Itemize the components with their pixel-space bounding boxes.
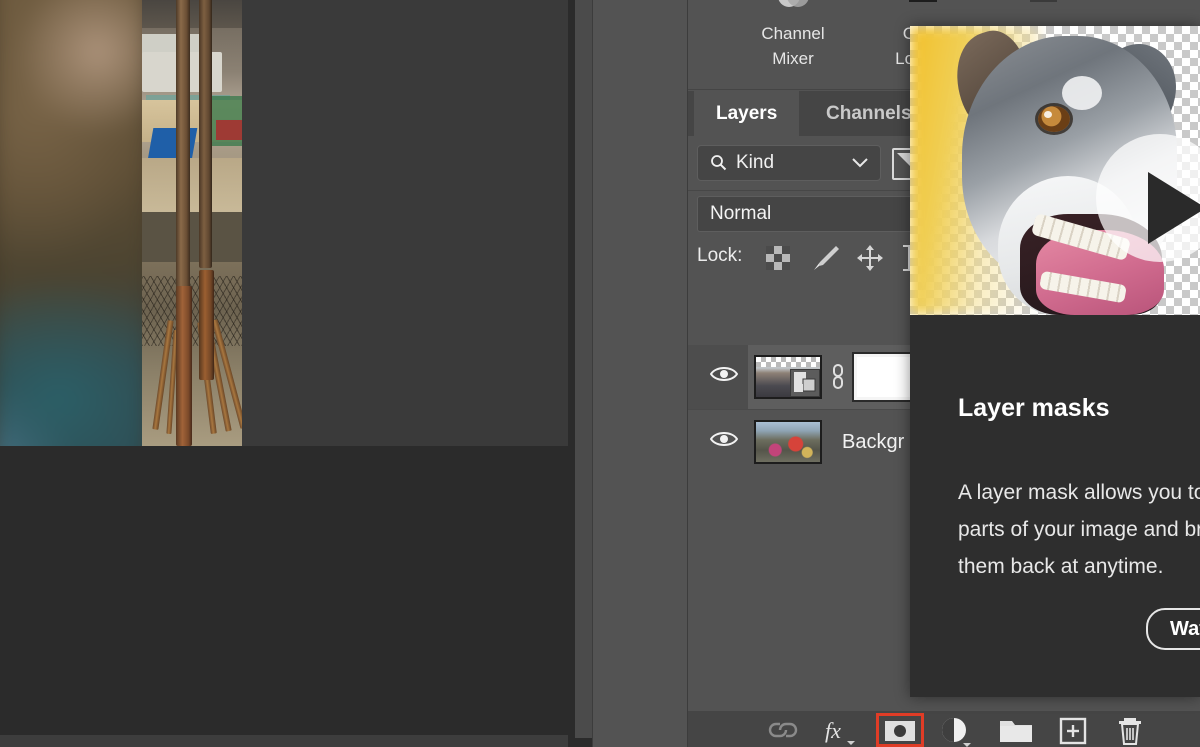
- vertical-scrollbar-track[interactable]: [575, 0, 592, 738]
- photo-sharp-region: [142, 0, 242, 446]
- photo-masked-region: [242, 0, 568, 446]
- new-layer-button[interactable]: [1058, 717, 1088, 743]
- tutorial-video-thumbnail[interactable]: [910, 26, 1200, 315]
- delete-layer-button[interactable]: [1115, 717, 1145, 743]
- channel-mixer-icon: [776, 0, 810, 16]
- tab-layers[interactable]: Layers: [694, 91, 799, 136]
- new-group-button[interactable]: [998, 717, 1034, 743]
- layer-style-button[interactable]: fx: [823, 717, 857, 743]
- dog-brow: [1062, 76, 1102, 110]
- tutorial-body: A layer mask allows you to hide parts of…: [958, 474, 1200, 585]
- search-icon: [710, 154, 727, 171]
- adjustment-channel-mixer[interactable]: Channel Mixer: [728, 0, 858, 71]
- invert-icon: [1026, 0, 1060, 16]
- svg-text:fx: fx: [825, 718, 841, 743]
- smart-object-badge: [790, 369, 820, 397]
- layer-filter-kind-select[interactable]: Kind: [697, 145, 881, 181]
- link-layers-button[interactable]: [766, 717, 800, 743]
- layer-thumbnail[interactable]: [754, 420, 822, 464]
- eye-icon[interactable]: [710, 365, 736, 383]
- play-triangle-icon[interactable]: [1148, 172, 1200, 244]
- tutorial-popup[interactable]: Layer masks A layer mask allows you to h…: [910, 26, 1200, 697]
- new-fill-adjustment-button[interactable]: [940, 717, 974, 743]
- dog-eye: [1038, 106, 1070, 132]
- document-image: [0, 0, 568, 446]
- document-canvas[interactable]: [0, 0, 568, 747]
- layers-panel-toolbar: fx: [688, 711, 1200, 747]
- lock-transparent-pixels-button[interactable]: [764, 244, 794, 272]
- chevron-down-icon: [852, 158, 868, 168]
- panel-gutter: [592, 0, 688, 747]
- tutorial-title: Layer masks: [958, 394, 1110, 423]
- photo-blurred-region: [0, 0, 151, 446]
- lock-image-pixels-button[interactable]: [810, 244, 840, 272]
- color-lookup-icon: [906, 0, 940, 16]
- layer-thumbnail[interactable]: [754, 355, 822, 399]
- mask-link-icon[interactable]: [830, 363, 846, 391]
- canvas-bottom-edge: [0, 735, 568, 747]
- add-layer-mask-button[interactable]: [884, 720, 916, 746]
- eye-icon[interactable]: [710, 430, 736, 448]
- layer-name[interactable]: Backgr: [842, 431, 904, 454]
- layer-filter-kind-value: Kind: [736, 146, 774, 180]
- adjustment-label: Channel Mixer: [728, 21, 858, 71]
- watch-video-button[interactable]: Watch video: [1146, 608, 1200, 650]
- lock-position-button[interactable]: [856, 244, 886, 272]
- lock-label: Lock:: [697, 245, 742, 267]
- canvas-workspace-background: [0, 446, 568, 747]
